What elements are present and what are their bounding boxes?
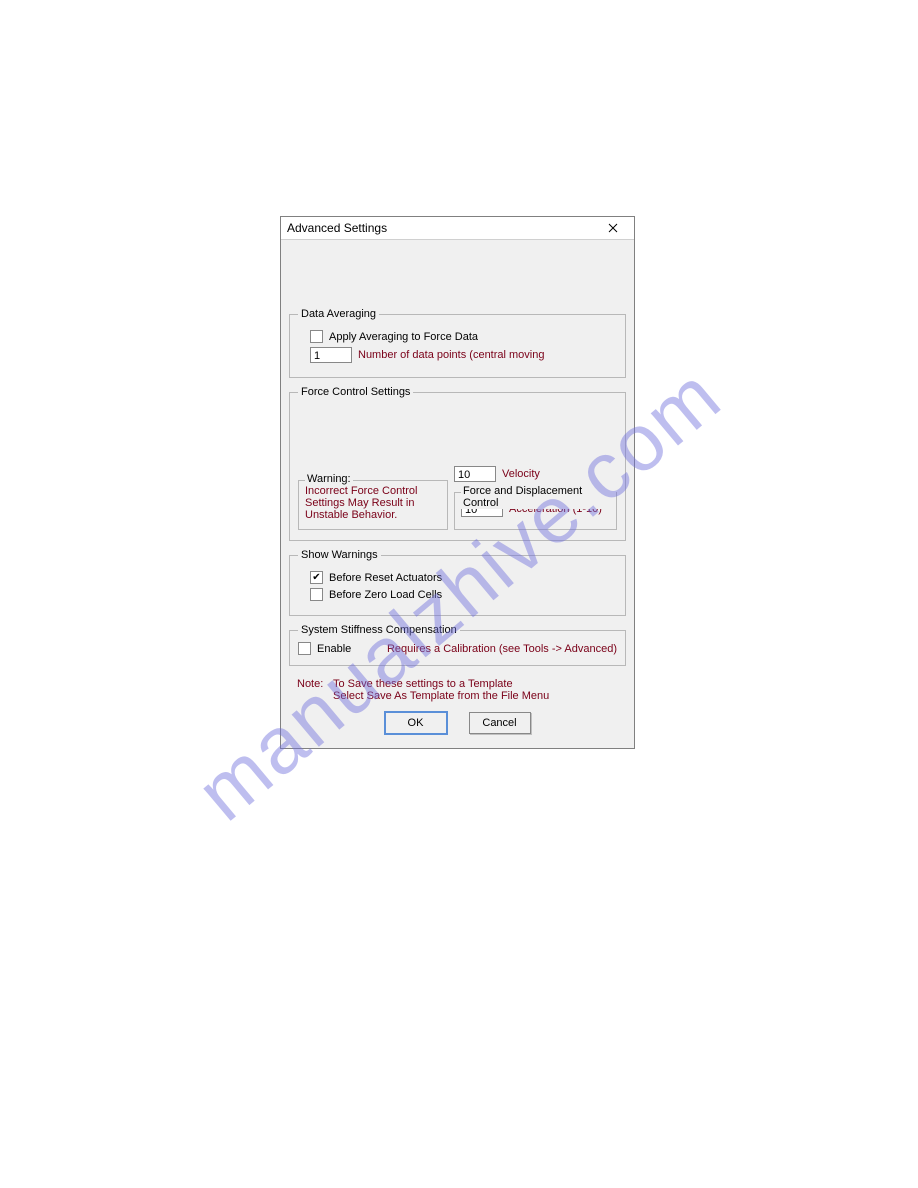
apply-averaging-label: Apply Averaging to Force Data (329, 331, 478, 343)
velocity-row: 10 Velocity (454, 466, 617, 482)
zero-load-cells-row: Before Zero Load Cells (298, 588, 617, 601)
enable-stiffness-label: Enable (317, 643, 351, 655)
stiffness-group: System Stiffness Compensation Enable Req… (289, 624, 626, 666)
dialog-body: Data Averaging Apply Averaging to Force … (281, 240, 634, 748)
data-points-input[interactable]: 1 (310, 347, 352, 363)
warning-box: Warning: Incorrect Force Control Setting… (298, 480, 448, 530)
note-line-1: Note: To Save these settings to a Templa… (297, 678, 618, 690)
data-averaging-legend: Data Averaging (298, 308, 379, 320)
data-points-row: 1 Number of data points (central moving (298, 347, 617, 363)
reset-actuators-checkbox[interactable]: ✔ (310, 571, 323, 584)
force-control-body: Warning: Incorrect Force Control Setting… (298, 462, 617, 530)
velocity-input[interactable]: 10 (454, 466, 496, 482)
titlebar: Advanced Settings (281, 217, 634, 240)
note-label: Note: (297, 678, 327, 690)
data-points-label: Number of data points (central moving (358, 349, 544, 361)
force-right-column: 10 Velocity Force and Displacement Contr… (454, 462, 617, 530)
stiffness-legend: System Stiffness Compensation (298, 624, 460, 636)
note-line-2: Select Save As Template from the File Me… (297, 690, 618, 702)
data-averaging-group: Data Averaging Apply Averaging to Force … (289, 308, 626, 378)
velocity-label: Velocity (502, 468, 540, 480)
note-label-spacer (297, 690, 327, 702)
close-button[interactable] (598, 219, 628, 237)
stiffness-left: Enable (298, 642, 351, 655)
apply-averaging-checkbox[interactable] (310, 330, 323, 343)
reset-actuators-label: Before Reset Actuators (329, 572, 442, 584)
close-icon (608, 223, 618, 233)
reset-actuators-row: ✔ Before Reset Actuators (298, 571, 617, 584)
note-text-1: To Save these settings to a Template (333, 678, 513, 690)
cancel-button[interactable]: Cancel (469, 712, 531, 734)
stiffness-row: Enable Requires a Calibration (see Tools… (298, 642, 617, 655)
warning-text: Incorrect Force Control Settings May Res… (305, 485, 441, 521)
zero-load-cells-label: Before Zero Load Cells (329, 589, 442, 601)
note-block: Note: To Save these settings to a Templa… (289, 674, 626, 712)
force-control-legend: Force Control Settings (298, 386, 413, 398)
spacer (289, 240, 626, 308)
show-warnings-legend: Show Warnings (298, 549, 381, 561)
warning-legend: Warning: (305, 473, 353, 485)
force-displacement-box: Force and Displacement Control 10 Accele… (454, 492, 617, 530)
button-row: OK Cancel (289, 712, 626, 740)
advanced-settings-dialog: Advanced Settings Data Averaging Apply A… (280, 216, 635, 749)
enable-stiffness-checkbox[interactable] (298, 642, 311, 655)
stiffness-note: Requires a Calibration (see Tools -> Adv… (387, 643, 617, 655)
show-warnings-group: Show Warnings ✔ Before Reset Actuators B… (289, 549, 626, 616)
apply-averaging-row: Apply Averaging to Force Data (298, 330, 617, 343)
ok-button[interactable]: OK (385, 712, 447, 734)
force-displacement-legend: Force and Displacement Control (461, 485, 616, 509)
force-control-group: Force Control Settings Warning: Incorrec… (289, 386, 626, 541)
zero-load-cells-checkbox[interactable] (310, 588, 323, 601)
note-text-2: Select Save As Template from the File Me… (333, 690, 549, 702)
dialog-title: Advanced Settings (287, 221, 387, 235)
